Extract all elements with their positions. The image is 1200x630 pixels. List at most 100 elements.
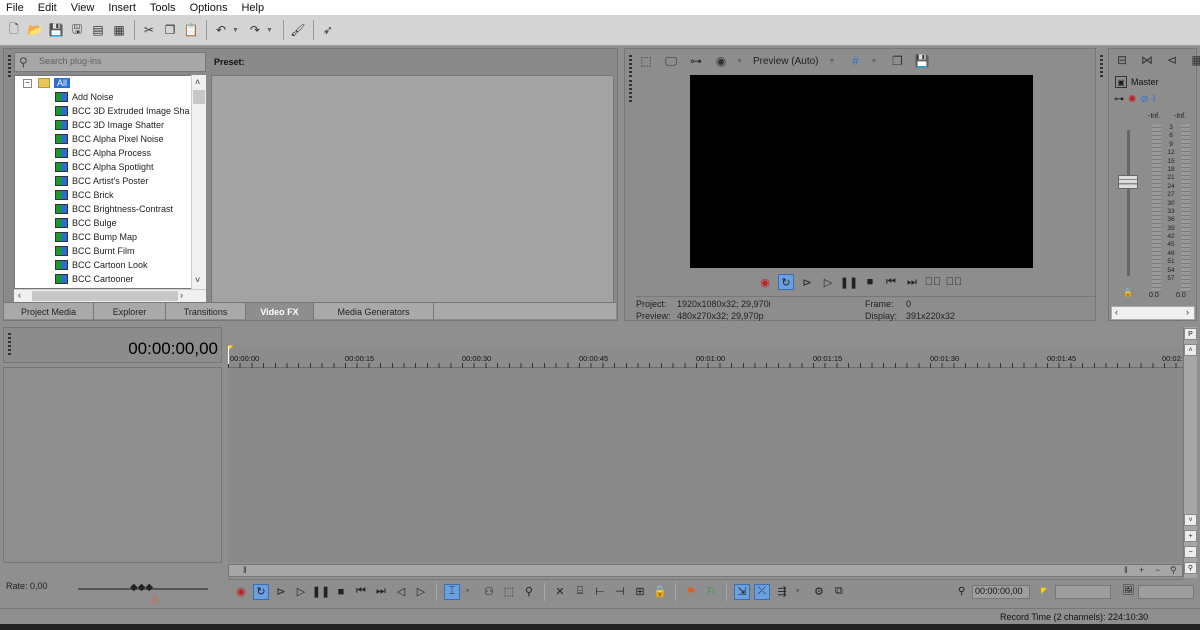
pause-icon[interactable]: ❚❚ [840,274,858,290]
insert-region-icon[interactable]: ⚐ [703,584,719,600]
menu-file[interactable]: File [6,2,24,14]
zoom-in-icon[interactable]: + [1184,530,1197,542]
preview-properties-icon[interactable]: ⬚ [636,51,656,71]
lock-icon[interactable]: 🔒 [1123,288,1133,297]
undo-dropdown-icon[interactable]: ▼ [232,27,239,34]
insert-fx-icon[interactable]: ⊶ [1114,94,1124,105]
panel-grip-icon[interactable] [8,333,11,355]
go-to-end-icon[interactable]: ⏭ [904,274,920,290]
collapse-icon[interactable]: − [23,78,32,88]
record-icon[interactable]: ◉ [757,274,773,290]
zoom-in-icon[interactable]: + [1139,565,1144,575]
zoom-edit-tool-icon[interactable]: ⚲ [521,584,537,600]
brush-icon[interactable]: 🖌 [288,20,308,40]
play-icon[interactable]: ▷ [820,274,836,290]
preview-quality-icon[interactable]: ◉ [711,51,731,71]
prev-frame-icon[interactable]: ◁ [393,584,409,600]
panel-grip-icon[interactable] [629,80,632,102]
menu-edit[interactable]: Edit [38,2,57,14]
play-from-start-icon[interactable]: ⊳ [273,584,289,600]
save-snapshot-icon[interactable]: 💾 [912,51,932,71]
scroll-thumb[interactable] [193,90,205,104]
trim-start-icon[interactable]: ⊢ [592,584,608,600]
mute-icon[interactable]: ⊘ [1140,94,1148,105]
panel-grip-icon[interactable] [8,55,11,77]
plugin-list-item[interactable]: BCC Brick [15,188,205,202]
insert-marker-icon[interactable]: ⚑ [683,584,699,600]
scroll-thumb-right-icon[interactable]: ‖ [1124,565,1128,575]
menu-help[interactable]: Help [241,2,264,14]
menu-insert[interactable]: Insert [108,2,136,14]
record-icon[interactable]: ◉ [233,584,249,600]
save-icon[interactable]: 💾 [46,20,66,40]
marker-p-icon[interactable]: P [1184,328,1197,340]
split-screen-icon[interactable]: ⊶ [686,51,706,71]
stop-icon[interactable]: ■ [333,584,349,600]
edit-tool-dropdown-icon[interactable]: ▼ [464,588,471,595]
overlays-dropdown-icon[interactable]: ▼ [870,58,877,65]
cursor-time-field[interactable]: 00:00:00,00 [972,585,1030,599]
tab-project-media[interactable]: Project Media [4,303,94,320]
hscroll-thumb[interactable] [32,291,178,301]
scroll-up-icon[interactable]: ˄ [195,77,200,87]
plugin-list-item[interactable]: BCC Burnt Film [15,244,205,258]
selection-start-field[interactable] [1055,585,1111,599]
menu-tools[interactable]: Tools [150,2,176,14]
plugin-list-item[interactable]: BCC Bulge [15,216,205,230]
solo-icon[interactable]: ǀ [1153,94,1156,105]
envelope-tool-icon[interactable]: ⚇ [481,584,497,600]
plugin-list-item[interactable]: BCC Artist's Poster [15,174,205,188]
trim-icon[interactable]: ⌸ [572,584,588,600]
paste-icon[interactable]: 📋 [181,20,201,40]
tab-media-generators[interactable]: Media Generators [314,303,434,320]
auto-crossfade-icon[interactable]: ⤫ [753,583,770,600]
auto-ripple-icon[interactable]: ⇶ [774,584,790,600]
timeline-vscrollbar[interactable]: P ˄ ˅ + − ⚲ [1183,327,1197,578]
redo-dropdown-icon[interactable]: ▼ [266,27,273,34]
timeline-ruler[interactable]: ◤ 00:00:00 00:00:15 00:00:30 00:00:45 00… [228,345,1191,368]
scroll-left-icon[interactable]: ‹ [1115,307,1118,317]
plugin-tree-hscrollbar[interactable]: ‹ › [14,289,206,302]
render-icon[interactable]: ▤ [88,20,108,40]
pause-icon[interactable]: ❚❚ [312,584,330,600]
tab-video-fx[interactable]: Video FX [246,303,314,320]
master-hscrollbar[interactable]: ‹ › [1111,306,1195,320]
zoom-tool-icon[interactable]: ⚲ [1170,565,1177,576]
go-to-start-icon[interactable]: ⏮ [353,584,369,600]
preview-mode-dropdown-icon[interactable]: ▼ [736,58,743,65]
properties-icon[interactable]: ▦ [109,20,129,40]
loop-icon[interactable]: ↻ [778,274,794,290]
timeline-track-area[interactable] [228,368,1183,562]
fx-bypass-icon[interactable]: ✺ [1128,94,1136,105]
scroll-up-icon[interactable]: ˄ [1184,344,1197,356]
plugin-list-item[interactable]: BCC Cartooner [15,272,205,286]
tree-root[interactable]: − All [15,76,205,90]
overlays-grid-icon[interactable]: # [845,51,865,71]
plugin-tree-scrollbar[interactable]: ˄ ˅ [191,75,206,289]
menu-view[interactable]: View [71,2,95,14]
save-as-icon[interactable]: 🖫 [67,20,87,40]
delete-icon[interactable]: ✕ [552,584,568,600]
split-icon[interactable]: ⊞ [632,584,648,600]
panel-grip-icon[interactable] [1100,55,1103,77]
ripple-dropdown-icon[interactable]: ▼ [794,588,801,595]
selection-tool-icon[interactable]: ⬚ [501,584,517,600]
plugin-list-item[interactable]: BCC Cartoon Look [15,258,205,272]
plugin-list-item[interactable]: Add Noise [15,90,205,104]
scroll-right-icon[interactable]: › [180,290,183,300]
next-frame-icon[interactable]: ▷⃒ [946,274,963,290]
scroll-thumb-left-icon[interactable]: ‖ [243,565,247,575]
copy-snapshot-icon[interactable]: ❐ [887,51,907,71]
selection-length-field[interactable] [1138,585,1194,599]
lock-envelopes-icon[interactable]: ⚙ [811,584,827,600]
preset-area[interactable] [211,75,614,308]
plugin-list-item[interactable]: BCC Alpha Pixel Noise [15,132,205,146]
scroll-right-icon[interactable]: › [1186,307,1189,317]
tab-transitions[interactable]: Transitions [166,303,246,320]
mixer-properties-icon[interactable]: ⊟ [1112,50,1132,70]
new-icon[interactable]: 🗋 [4,20,24,40]
plugin-list-item[interactable]: BCC 3D Image Shatter [15,118,205,132]
scroll-left-icon[interactable]: ‹ [18,290,21,300]
tab-explorer[interactable]: Explorer [94,303,166,320]
timeline-hscrollbar[interactable]: ‖ ‖ + − ⚲ [228,564,1183,577]
